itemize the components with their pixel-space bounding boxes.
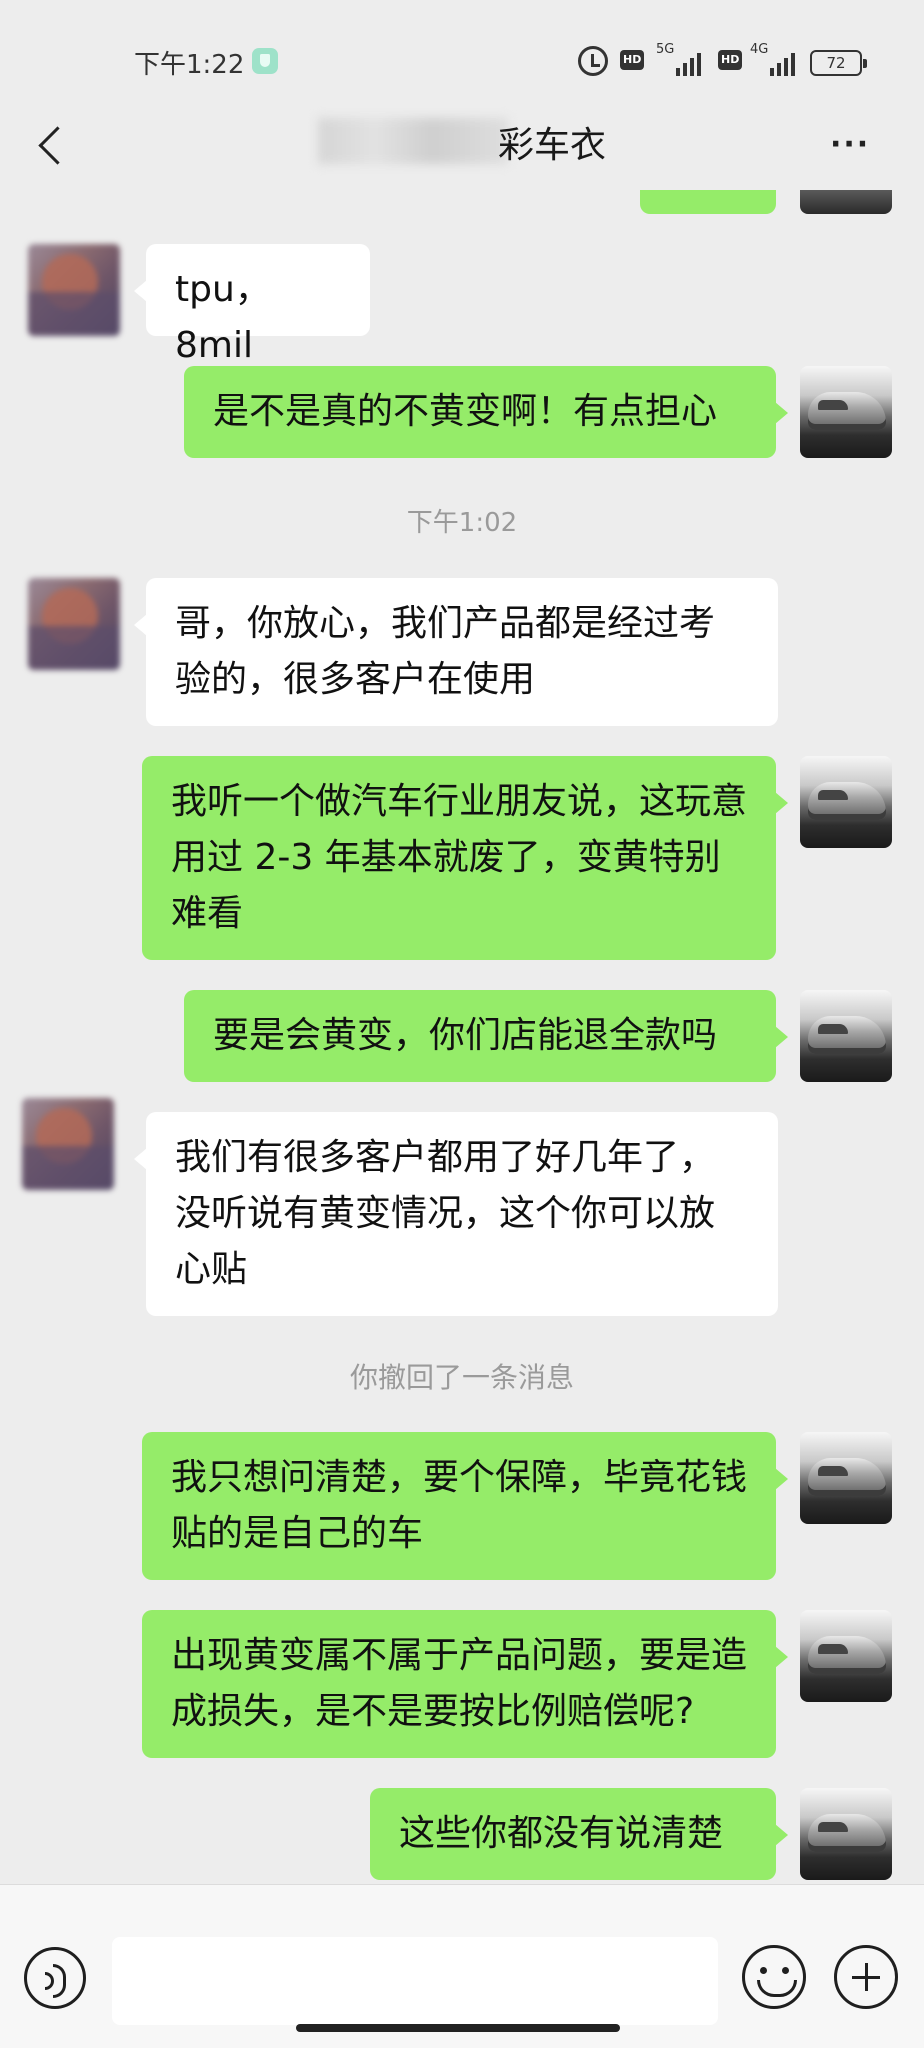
partial-message-bubble[interactable] <box>640 190 776 214</box>
user-avatar[interactable] <box>800 1610 892 1702</box>
user-avatar[interactable] <box>800 1432 892 1524</box>
timestamp-separator: 下午1:02 <box>406 508 518 538</box>
message-bubble-outgoing[interactable]: 要是会黄变，你们店能退全款吗 <box>184 990 788 1082</box>
chat-title: 彩车衣 <box>498 125 607 166</box>
contact-avatar[interactable] <box>28 244 120 336</box>
message-bubble-outgoing[interactable]: 出现黄变属不属于产品问题，要是造成损失，是不是要按比例赔偿呢? <box>142 1610 788 1758</box>
message-bubble-outgoing[interactable]: 是不是真的不黄变啊！有点担心 <box>184 366 788 458</box>
more-functions-plus-icon[interactable] <box>834 1945 898 2009</box>
back-arrow-icon[interactable] <box>34 126 70 162</box>
security-shield-icon <box>252 48 278 74</box>
partial-avatar[interactable] <box>800 190 892 214</box>
user-avatar[interactable] <box>800 1788 892 1880</box>
message-bubble-incoming[interactable]: 我们有很多客户都用了好几年了，没听说有黄变情况，这个你可以放心贴 <box>134 1112 778 1316</box>
signal-bars-icon-2 <box>770 52 798 76</box>
message-bubble-incoming[interactable]: 哥，你放心，我们产品都是经过考验的，很多客户在使用 <box>134 578 778 726</box>
emoji-icon[interactable] <box>742 1945 806 2009</box>
message-bubble-outgoing[interactable]: 我只想问清楚，要个保障，毕竟花钱贴的是自己的车 <box>142 1432 788 1580</box>
message-input[interactable] <box>112 1937 718 2025</box>
status-icons: HD 5G HD 4G 72 <box>578 42 878 80</box>
hd-icon-2: HD <box>718 50 743 70</box>
message-bubble-outgoing[interactable]: 这些你都没有说清楚 <box>370 1788 788 1880</box>
contact-avatar[interactable] <box>22 1098 114 1190</box>
user-avatar[interactable] <box>800 366 892 458</box>
battery-icon: 72 <box>810 50 867 76</box>
status-time: 下午1:22 <box>134 50 245 80</box>
network-5g-label: 5G <box>656 42 675 57</box>
alarm-icon <box>578 46 608 76</box>
recalled-message-notice: 你撤回了一条消息 <box>349 1361 574 1394</box>
user-avatar[interactable] <box>800 990 892 1082</box>
contact-avatar[interactable] <box>28 578 120 670</box>
user-avatar[interactable] <box>800 756 892 848</box>
voice-input-icon[interactable] <box>24 1947 86 2009</box>
chat-header: 彩车衣 ··· <box>0 100 924 190</box>
hd-icon: HD <box>620 50 645 70</box>
more-options-icon[interactable]: ··· <box>830 130 870 160</box>
signal-bars-icon <box>676 52 704 76</box>
network-4g-label: 4G <box>750 42 769 57</box>
blurred-contact-name <box>318 118 508 164</box>
message-bubble-incoming[interactable]: tpu，8mil <box>134 244 370 366</box>
message-bubble-outgoing[interactable]: 我听一个做汽车行业朋友说，这玩意用过 2-3 年基本就废了，变黄特别难看 <box>142 756 788 960</box>
home-indicator[interactable] <box>296 2024 620 2032</box>
